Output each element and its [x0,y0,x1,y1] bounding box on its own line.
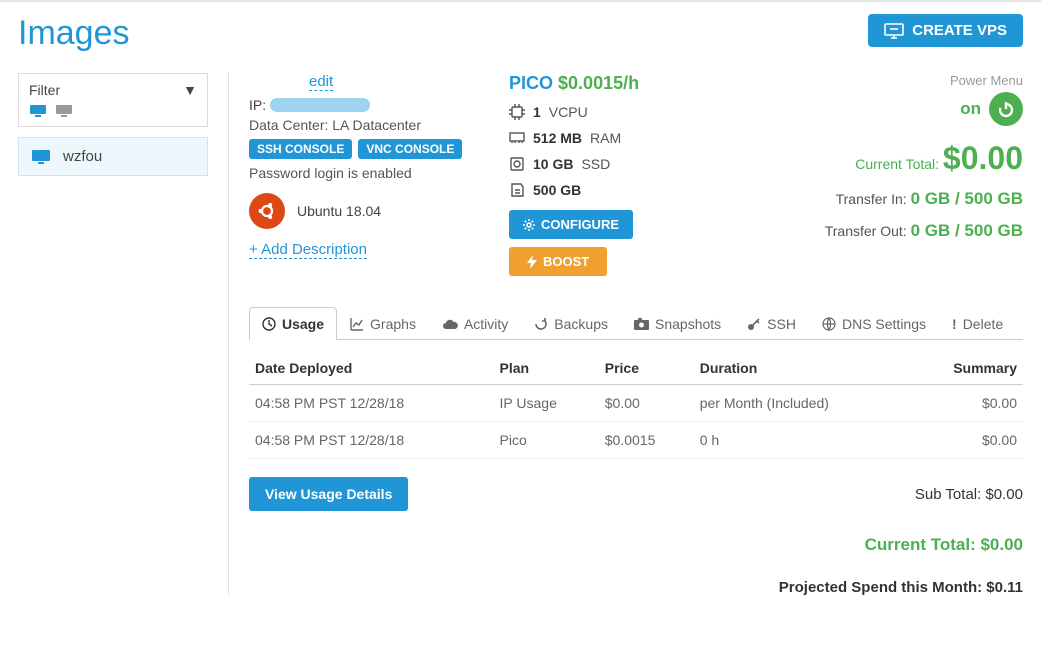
sidebar-item-label: wzfou [63,148,102,165]
ssh-console-button[interactable]: SSH CONSOLE [249,139,352,159]
monitor-icon [31,149,53,165]
col-price: Price [599,352,694,385]
filter-box[interactable]: Filter ▼ [18,73,208,127]
tab-label: Activity [464,316,508,332]
key-icon [747,317,761,331]
ip-label: IP: [249,97,266,113]
monitor-icon [884,23,904,39]
tab-label: Graphs [370,316,416,332]
plan-price: $0.0015/h [558,73,639,93]
col-date: Date Deployed [249,352,494,385]
ip-value-redacted [270,98,370,112]
add-description-link[interactable]: + Add Description [249,241,367,259]
cell-plan: IP Usage [494,385,599,422]
current-total-label: Current Total: [855,156,939,172]
configure-label: CONFIGURE [541,217,619,232]
clock-icon [262,317,276,331]
boost-button[interactable]: BOOST [509,247,607,276]
filter-label: Filter [29,82,60,98]
vnc-console-button[interactable]: VNC CONSOLE [358,139,462,159]
current-total-amount: $0.00 [943,140,1023,176]
ram-icon [509,132,525,144]
usage-table: Date Deployed Plan Price Duration Summar… [249,352,1023,459]
cpu-icon [509,104,525,120]
monitor-small-grey-icon[interactable] [55,104,75,118]
transfer-in-label: Transfer In: [836,191,907,207]
cell-summary: $0.00 [908,385,1023,422]
os-label: Ubuntu 18.04 [297,203,381,219]
tab-activity[interactable]: Activity [429,307,521,340]
projected-spend-line: Projected Spend this Month: $0.11 [249,579,1023,596]
current-total-line: Current Total: $0.00 [249,535,1023,555]
cell-duration: per Month (Included) [694,385,908,422]
tab-usage[interactable]: Usage [249,307,337,340]
bandwidth-value: 500 GB [533,182,581,198]
content: edit IP: Data Center: LA Datacenter SSH … [228,73,1023,596]
power-button[interactable] [989,92,1023,126]
exclamation-icon: ! [952,316,957,332]
disk-icon [509,156,525,172]
sub-total: Sub Total: $0.00 [915,486,1023,503]
cell-summary: $0.00 [908,422,1023,459]
monitor-small-icon[interactable] [29,104,49,118]
graph-icon [350,317,364,331]
cell-price: $0.00 [599,385,694,422]
disk-label: SSD [581,156,610,172]
transfer-in-value: 0 GB / 500 GB [911,189,1023,208]
vcpu-count: 1 [533,104,541,120]
chevron-down-icon: ▼ [183,82,197,98]
page-title: Images [18,14,130,53]
cell-price: $0.0015 [599,422,694,459]
transfer-out-label: Transfer Out: [825,223,907,239]
tab-label: SSH [767,316,796,332]
tab-graphs[interactable]: Graphs [337,307,429,340]
datacenter-label: Data Center: LA Datacenter [249,117,479,133]
create-vps-button[interactable]: CREATE VPS [868,14,1023,47]
col-duration: Duration [694,352,908,385]
cloud-icon [442,318,458,330]
bandwidth-icon [509,182,525,198]
plan-name: PICO [509,73,553,93]
cell-plan: Pico [494,422,599,459]
tab-ssh[interactable]: SSH [734,307,809,340]
transfer-out-value: 0 GB / 500 GB [911,221,1023,240]
globe-icon [822,317,836,331]
col-summary: Summary [908,352,1023,385]
tab-label: Snapshots [655,316,721,332]
ram-label: RAM [590,130,621,146]
create-vps-label: CREATE VPS [912,22,1007,39]
edit-link[interactable]: edit [309,73,333,91]
tab-backups[interactable]: Backups [521,307,621,340]
tab-dns[interactable]: DNS Settings [809,307,939,340]
configure-button[interactable]: CONFIGURE [509,210,633,239]
tabs: Usage Graphs Activity Backups Snapshots … [249,306,1023,340]
tab-snapshots[interactable]: Snapshots [621,307,734,340]
cell-duration: 0 h [694,422,908,459]
ubuntu-icon [249,193,285,229]
disk-value: 10 GB [533,156,573,172]
bolt-icon [527,255,537,269]
cell-date: 04:58 PM PST 12/28/18 [249,422,494,459]
tab-label: DNS Settings [842,316,926,332]
sidebar: Filter ▼ wzfou [18,73,228,596]
boost-label: BOOST [543,254,589,269]
tab-label: Backups [554,316,608,332]
refresh-icon [534,317,548,331]
tab-label: Usage [282,316,324,332]
power-menu-label: Power Menu [749,73,1023,88]
table-row: 04:58 PM PST 12/28/18 IP Usage $0.00 per… [249,385,1023,422]
gear-icon [523,219,535,231]
col-plan: Plan [494,352,599,385]
view-usage-details-button[interactable]: View Usage Details [249,477,408,511]
ram-value: 512 MB [533,130,582,146]
tab-delete[interactable]: ! Delete [939,307,1016,340]
camera-icon [634,318,649,330]
vcpu-label: VCPU [549,104,588,120]
table-row: 04:58 PM PST 12/28/18 Pico $0.0015 0 h $… [249,422,1023,459]
power-state: on [960,99,981,119]
sidebar-item-wzfou[interactable]: wzfou [18,137,208,176]
tab-label: Delete [963,316,1003,332]
cell-date: 04:58 PM PST 12/28/18 [249,385,494,422]
password-status: Password login is enabled [249,165,479,181]
